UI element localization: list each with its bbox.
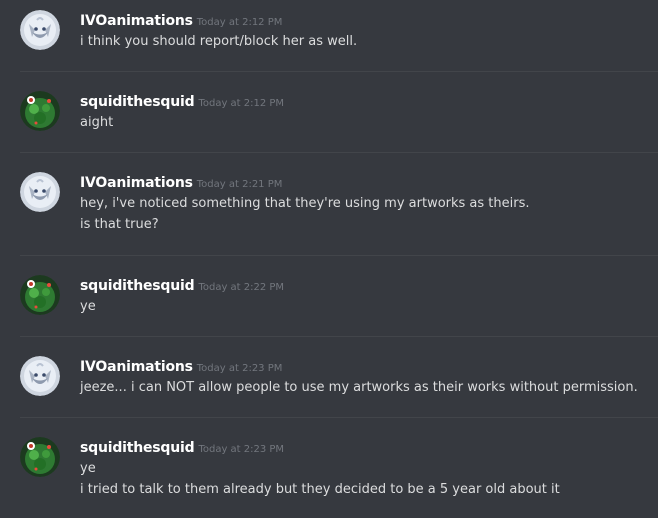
message-author[interactable]: IVOanimations bbox=[80, 359, 193, 375]
message-header: squidithesquid Today at 2:22 PM bbox=[80, 275, 284, 298]
message-text: aight bbox=[80, 115, 114, 130]
message-header: IVOanimations Today at 2:23 PM bbox=[80, 356, 282, 379]
message-timestamp[interactable]: Today at 2:21 PM bbox=[197, 179, 283, 190]
message-author[interactable]: squidithesquid bbox=[80, 278, 195, 294]
message-divider bbox=[20, 152, 658, 153]
chat-message-list: IVOanimations Today at 2:12 PM i think yo… bbox=[0, 0, 658, 518]
message-text: i think you should report/block her as w… bbox=[80, 34, 358, 49]
message-text: jeeze... i can NOT allow people to use m… bbox=[80, 380, 638, 395]
message-author[interactable]: squidithesquid bbox=[80, 94, 195, 110]
message-timestamp[interactable]: Today at 2:12 PM bbox=[197, 17, 283, 28]
message-author[interactable]: squidithesquid bbox=[80, 440, 195, 456]
white-wolf-avatar-icon[interactable] bbox=[20, 10, 60, 50]
message-divider bbox=[20, 71, 658, 72]
message-divider bbox=[20, 255, 658, 256]
white-wolf-avatar-icon[interactable] bbox=[20, 172, 60, 212]
message-text: ye bbox=[80, 299, 96, 314]
message-text: ye bbox=[80, 461, 96, 476]
message-timestamp[interactable]: Today at 2:23 PM bbox=[198, 444, 284, 455]
message-timestamp[interactable]: Today at 2:22 PM bbox=[198, 282, 284, 293]
green-creature-avatar-icon[interactable] bbox=[20, 91, 60, 131]
message-header: IVOanimations Today at 2:21 PM bbox=[80, 172, 282, 195]
message-timestamp[interactable]: Today at 2:12 PM bbox=[198, 98, 284, 109]
message-text: hey, i've noticed something that they're… bbox=[80, 196, 530, 211]
message-header: squidithesquid Today at 2:23 PM bbox=[80, 437, 284, 460]
message-text: is that true? bbox=[80, 217, 159, 232]
message-timestamp[interactable]: Today at 2:23 PM bbox=[197, 363, 283, 374]
message-divider bbox=[20, 336, 658, 337]
green-creature-avatar-icon[interactable] bbox=[20, 275, 60, 315]
message-author[interactable]: IVOanimations bbox=[80, 175, 193, 191]
message-text: i tried to talk to them already but they… bbox=[80, 482, 560, 497]
white-wolf-avatar-icon[interactable] bbox=[20, 356, 60, 396]
green-creature-avatar-icon[interactable] bbox=[20, 437, 60, 477]
message-header: squidithesquid Today at 2:12 PM bbox=[80, 91, 284, 114]
message-divider bbox=[20, 417, 658, 418]
message-header: IVOanimations Today at 2:12 PM bbox=[80, 10, 282, 33]
message-author[interactable]: IVOanimations bbox=[80, 13, 193, 29]
